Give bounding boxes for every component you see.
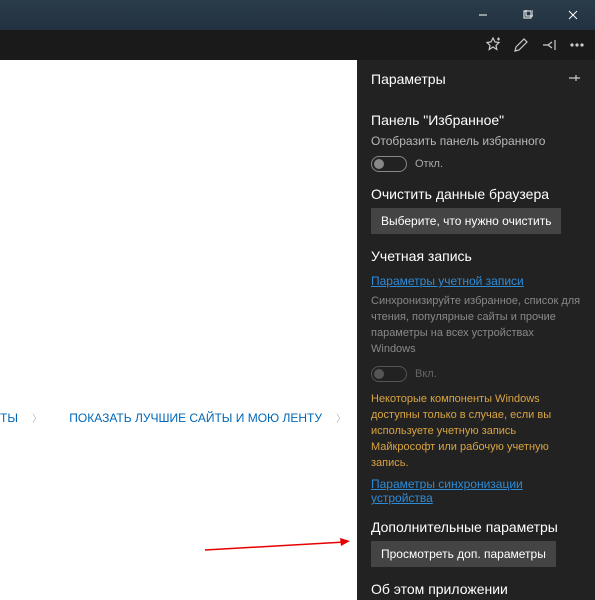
about-heading: Об этом приложении xyxy=(371,581,581,597)
section-account: Учетная запись Параметры учетной записи … xyxy=(371,248,581,505)
advanced-heading: Дополнительные параметры xyxy=(371,519,581,535)
advanced-settings-button[interactable]: Просмотреть доп. параметры xyxy=(371,541,556,567)
notes-icon[interactable] xyxy=(507,31,535,59)
favorites-sub: Отобразить панель избранного xyxy=(371,134,581,148)
section-advanced: Дополнительные параметры Просмотреть доп… xyxy=(371,519,581,567)
main-link-2[interactable]: ПОКАЗАТЬ ЛУЧШИЕ САЙТЫ И МОЮ ЛЕНТУ〉 xyxy=(69,411,357,425)
section-clear-data: Очистить данные браузера Выберите, что н… xyxy=(371,186,581,234)
sync-settings-link[interactable]: Параметры синхронизации устройства xyxy=(371,477,581,505)
clear-data-button[interactable]: Выберите, что нужно очистить xyxy=(371,208,561,234)
window-titlebar xyxy=(0,0,595,30)
panel-title: Параметры xyxy=(371,71,446,87)
minimize-button[interactable] xyxy=(460,0,505,30)
favorites-toggle[interactable]: Откл. xyxy=(371,156,581,172)
account-desc: Синхронизируйте избранное, список для чт… xyxy=(371,294,581,358)
section-favorites: Панель "Избранное" Отобразить панель изб… xyxy=(371,112,581,172)
favorites-heading: Панель "Избранное" xyxy=(371,112,581,128)
favorites-toggle-label: Откл. xyxy=(415,158,443,170)
main-content: ТЫ〉 ПОКАЗАТЬ ЛУЧШИЕ САЙТЫ И МОЮ ЛЕНТУ〉 xyxy=(0,60,357,600)
main-link-1[interactable]: ТЫ〉 xyxy=(0,411,54,425)
annotation-arrow xyxy=(200,536,350,556)
toolbar xyxy=(0,30,595,60)
settings-panel: Параметры Панель "Избранное" Отобразить … xyxy=(357,60,595,600)
share-icon[interactable] xyxy=(535,31,563,59)
account-settings-link[interactable]: Параметры учетной записи xyxy=(371,274,524,288)
close-button[interactable] xyxy=(550,0,595,30)
section-about: Об этом приложении Microsoft Edge 42.171… xyxy=(371,581,581,600)
add-favorite-icon[interactable] xyxy=(479,31,507,59)
clear-heading: Очистить данные браузера xyxy=(371,186,581,202)
more-icon[interactable] xyxy=(563,31,591,59)
maximize-button[interactable] xyxy=(505,0,550,30)
sync-toggle: Вкл. xyxy=(371,366,581,382)
sync-toggle-label: Вкл. xyxy=(415,368,437,380)
account-warning: Некоторые компоненты Windows доступны то… xyxy=(371,392,581,472)
account-heading: Учетная запись xyxy=(371,248,581,264)
pin-icon[interactable] xyxy=(567,71,581,88)
